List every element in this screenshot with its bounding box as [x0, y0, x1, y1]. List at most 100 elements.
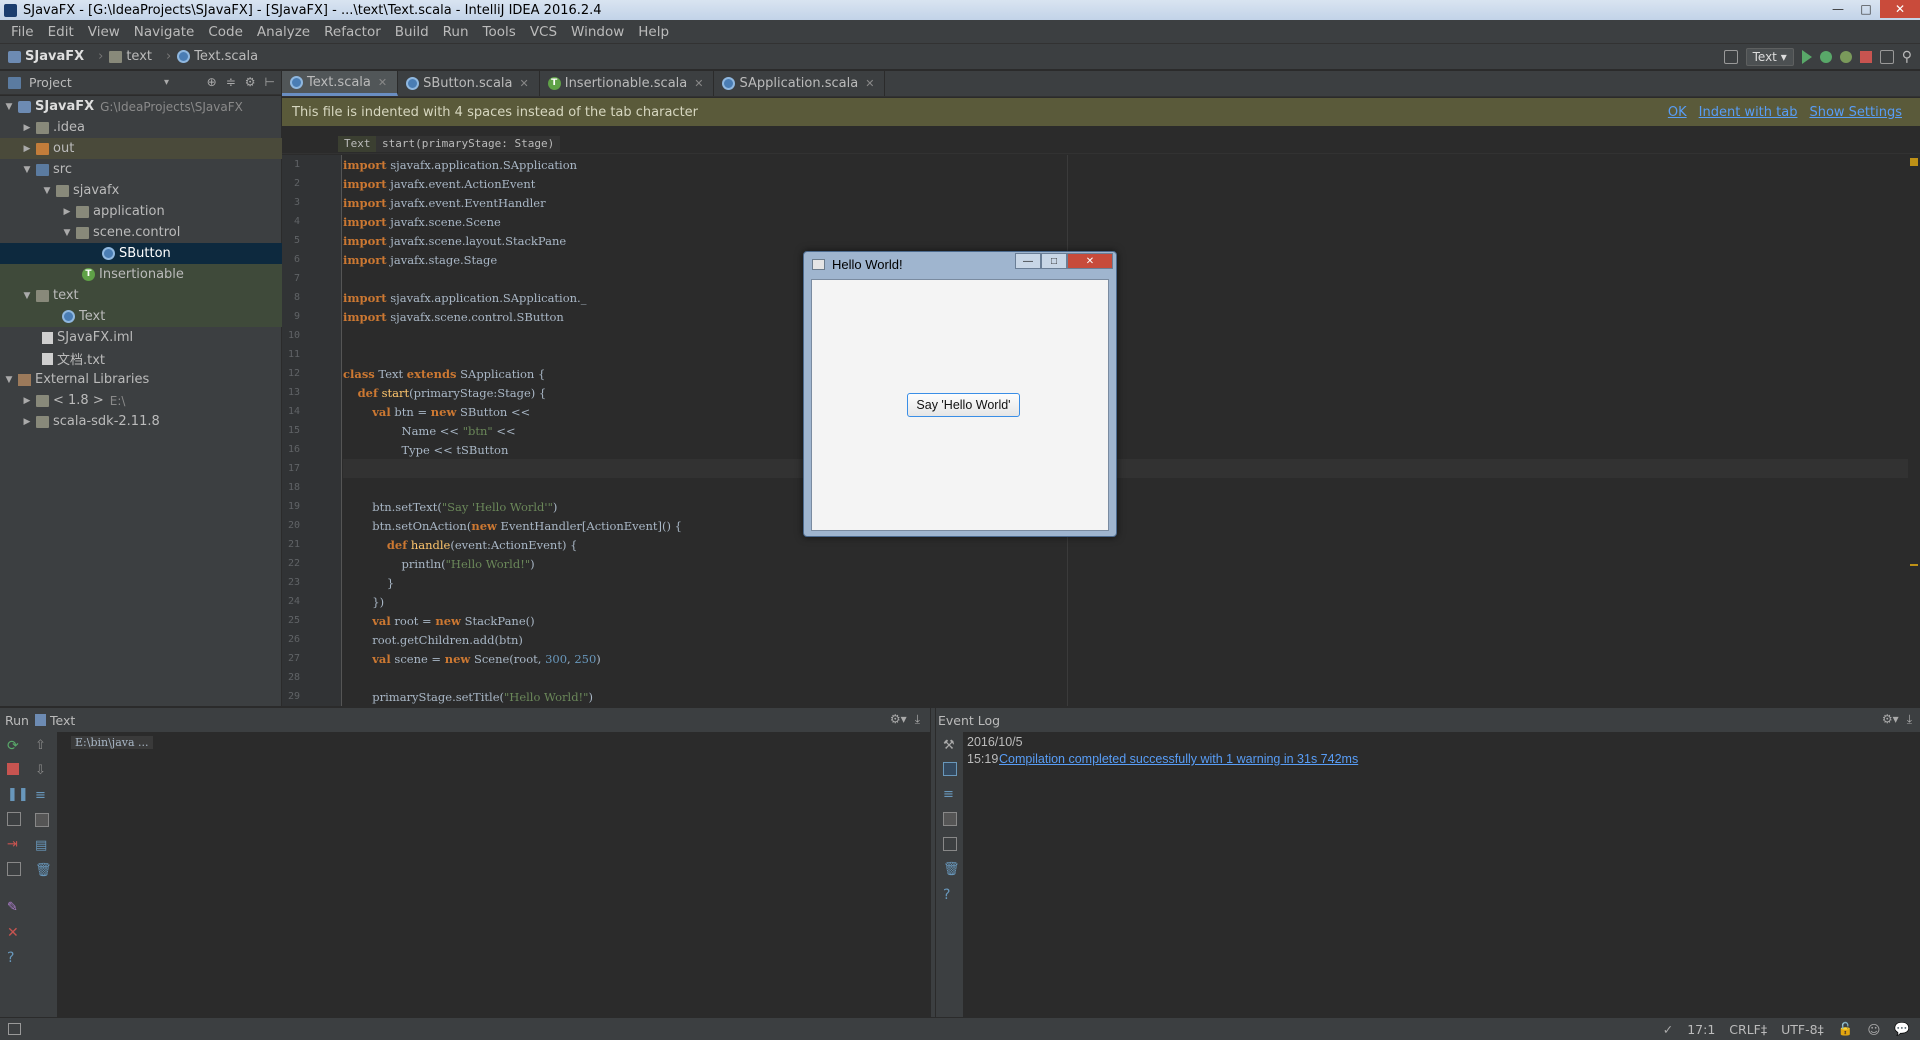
menu-edit[interactable]: Edit — [41, 24, 81, 40]
scroll-to-end-icon[interactable] — [35, 813, 49, 827]
stop-icon[interactable] — [7, 763, 19, 775]
collapse-all-icon[interactable]: ≑ — [226, 75, 236, 89]
settings-wrench-icon[interactable]: ⚒ — [943, 738, 957, 753]
tree-item-sbutton[interactable]: SButton — [0, 243, 282, 264]
tree-item-text[interactable]: Text — [0, 306, 282, 327]
menu-help[interactable]: Help — [631, 24, 676, 40]
expand-arrow-icon[interactable]: ▼ — [22, 291, 32, 301]
run-config-select[interactable]: Text ▾ — [1745, 48, 1794, 66]
tree-item-idea[interactable]: ▶ .idea — [0, 117, 282, 138]
help-icon[interactable]: ? — [7, 950, 21, 966]
gear-icon[interactable]: ⚙ — [245, 75, 256, 89]
run-console[interactable]: E:\bin\java ... — [59, 732, 930, 1017]
soft-wrap-icon[interactable]: ≡ — [943, 787, 957, 802]
say-hello-world-button[interactable]: Say 'Hello World' — [907, 393, 1020, 417]
dialog-close-icon[interactable]: ✕ — [1067, 253, 1113, 269]
tree-item-scala-sdk[interactable]: ▶ scala-sdk-2.11.8 — [0, 411, 282, 432]
tab-sapplication-scala[interactable]: SApplication.scala ✕ — [714, 71, 886, 96]
tree-item-src[interactable]: ▼ src — [0, 159, 282, 180]
line-separator[interactable]: CRLF‡ — [1729, 1022, 1767, 1037]
tab-sbutton-scala[interactable]: SButton.scala ✕ — [398, 71, 540, 96]
code-editor[interactable]: import sjavafx.application.SApplication i… — [343, 155, 1908, 706]
maximize-icon[interactable]: □ — [1852, 0, 1880, 18]
expand-arrow-icon[interactable]: ▶ — [22, 123, 32, 133]
tree-item-txt[interactable]: 文档.txt — [0, 348, 282, 369]
tree-item-iml[interactable]: SJavaFX.iml — [0, 327, 282, 348]
hide-panel-icon[interactable]: ⊢ — [265, 75, 275, 89]
event-log-gear-icon[interactable]: ⚙▾ — [1882, 712, 1899, 727]
menu-file[interactable]: File — [4, 24, 41, 40]
tree-item-sjavafx-package[interactable]: ▼ sjavafx — [0, 180, 282, 201]
down-arrow-icon[interactable]: ⇩ — [35, 763, 49, 778]
message-icon[interactable] — [943, 762, 957, 776]
file-encoding[interactable]: UTF-8‡ — [1781, 1022, 1824, 1037]
soft-wrap-icon[interactable]: ≡ — [35, 788, 49, 803]
caret-position[interactable]: 17:1 — [1687, 1022, 1715, 1037]
up-arrow-icon[interactable]: ⇧ — [35, 738, 49, 753]
menu-navigate[interactable]: Navigate — [127, 24, 202, 40]
pause-icon[interactable]: ❚❚ — [7, 787, 29, 802]
nav-crumb-folder[interactable]: text — [109, 49, 152, 64]
expand-arrow-icon[interactable]: ▶ — [22, 417, 32, 427]
tree-item-insertionable[interactable]: T Insertionable — [0, 264, 282, 285]
menu-tools[interactable]: Tools — [476, 24, 523, 40]
show-settings-link[interactable]: Show Settings — [1809, 105, 1902, 120]
tree-item-out[interactable]: ▶ out — [0, 138, 282, 159]
menu-window[interactable]: Window — [564, 24, 631, 40]
menu-code[interactable]: Code — [201, 24, 250, 40]
dump-threads-icon[interactable] — [7, 812, 21, 826]
run-config-tab[interactable]: Text — [50, 713, 75, 728]
expand-arrow-icon[interactable]: ▼ — [62, 228, 72, 238]
hector-icon[interactable]: ☺ — [1867, 1022, 1880, 1037]
event-log-hide-icon[interactable]: ⤓ — [1907, 712, 1912, 727]
indent-with-tab-link[interactable]: Indent with tab — [1699, 105, 1798, 120]
project-panel-title[interactable]: Project — [29, 75, 72, 90]
pin-icon[interactable]: ✎ — [7, 900, 21, 915]
mark-read-icon[interactable] — [943, 837, 957, 851]
search-icon[interactable]: ⚲ — [1902, 49, 1912, 65]
tab-insertionable-scala[interactable]: T Insertionable.scala ✕ — [540, 71, 715, 96]
menu-run[interactable]: Run — [436, 24, 476, 40]
tab-close-icon[interactable]: ✕ — [694, 77, 703, 90]
close-run-icon[interactable]: ✕ — [7, 925, 21, 941]
dialog-maximize-icon[interactable]: □ — [1041, 253, 1067, 269]
event-message-link[interactable]: Compilation completed successfully with … — [999, 752, 1358, 766]
expand-arrow-icon[interactable]: ▼ — [4, 102, 14, 112]
tree-item-external-libraries[interactable]: ▼ External Libraries — [0, 369, 282, 390]
close-icon[interactable]: ✕ — [1880, 0, 1920, 18]
tree-item-sjavafx[interactable]: ▼ SJavaFX G:\IdeaProjects\SJavaFX — [0, 96, 282, 117]
dialog-titlebar[interactable]: Hello World! — □ ✕ — [804, 252, 1116, 276]
scroll-to-end-icon[interactable] — [943, 812, 957, 826]
tab-close-icon[interactable]: ✕ — [520, 77, 529, 90]
editor-scrollbar[interactable] — [1908, 155, 1920, 706]
inspection-icon[interactable]: ✓ — [1663, 1022, 1673, 1037]
menu-view[interactable]: View — [81, 24, 127, 40]
trash-icon[interactable]: 🗑 — [943, 862, 960, 877]
expand-arrow-icon[interactable]: ▶ — [22, 144, 32, 154]
nav-crumb-file[interactable]: Text.scala — [177, 49, 258, 64]
chevron-down-icon[interactable]: ▾ — [164, 77, 169, 88]
stop-icon[interactable] — [1859, 51, 1872, 63]
tool-windows-icon[interactable] — [8, 1023, 21, 1035]
warning-marker[interactable] — [1910, 158, 1918, 166]
rerun-icon[interactable]: ⟳ — [7, 738, 21, 754]
line-marker[interactable] — [1910, 564, 1918, 566]
expand-arrow-icon[interactable]: ▶ — [62, 207, 72, 217]
trash-icon[interactable]: 🗑 — [35, 863, 52, 878]
tab-close-icon[interactable]: ✕ — [865, 77, 874, 90]
breadcrumb-method[interactable]: start(primaryStage: Stage) — [376, 136, 561, 152]
print-icon[interactable]: ▤ — [35, 838, 49, 853]
menu-refactor[interactable]: Refactor — [317, 24, 388, 40]
vcs-update-icon[interactable] — [1723, 50, 1738, 64]
run-icon[interactable] — [1801, 50, 1812, 64]
notice-ok-link[interactable]: OK — [1668, 105, 1687, 120]
run-coverage-icon[interactable] — [1839, 51, 1852, 63]
expand-arrow-icon[interactable]: ▼ — [22, 165, 32, 175]
scroll-from-source-icon[interactable]: ⊕ — [207, 75, 217, 89]
expand-arrow-icon[interactable]: ▼ — [4, 375, 14, 385]
debug-icon[interactable] — [1819, 51, 1832, 63]
event-bubble-icon[interactable]: 💬 — [1894, 1021, 1910, 1037]
help-icon[interactable]: ? — [943, 887, 957, 903]
menu-build[interactable]: Build — [388, 24, 436, 40]
tree-item-scene-control[interactable]: ▼ scene.control — [0, 222, 282, 243]
